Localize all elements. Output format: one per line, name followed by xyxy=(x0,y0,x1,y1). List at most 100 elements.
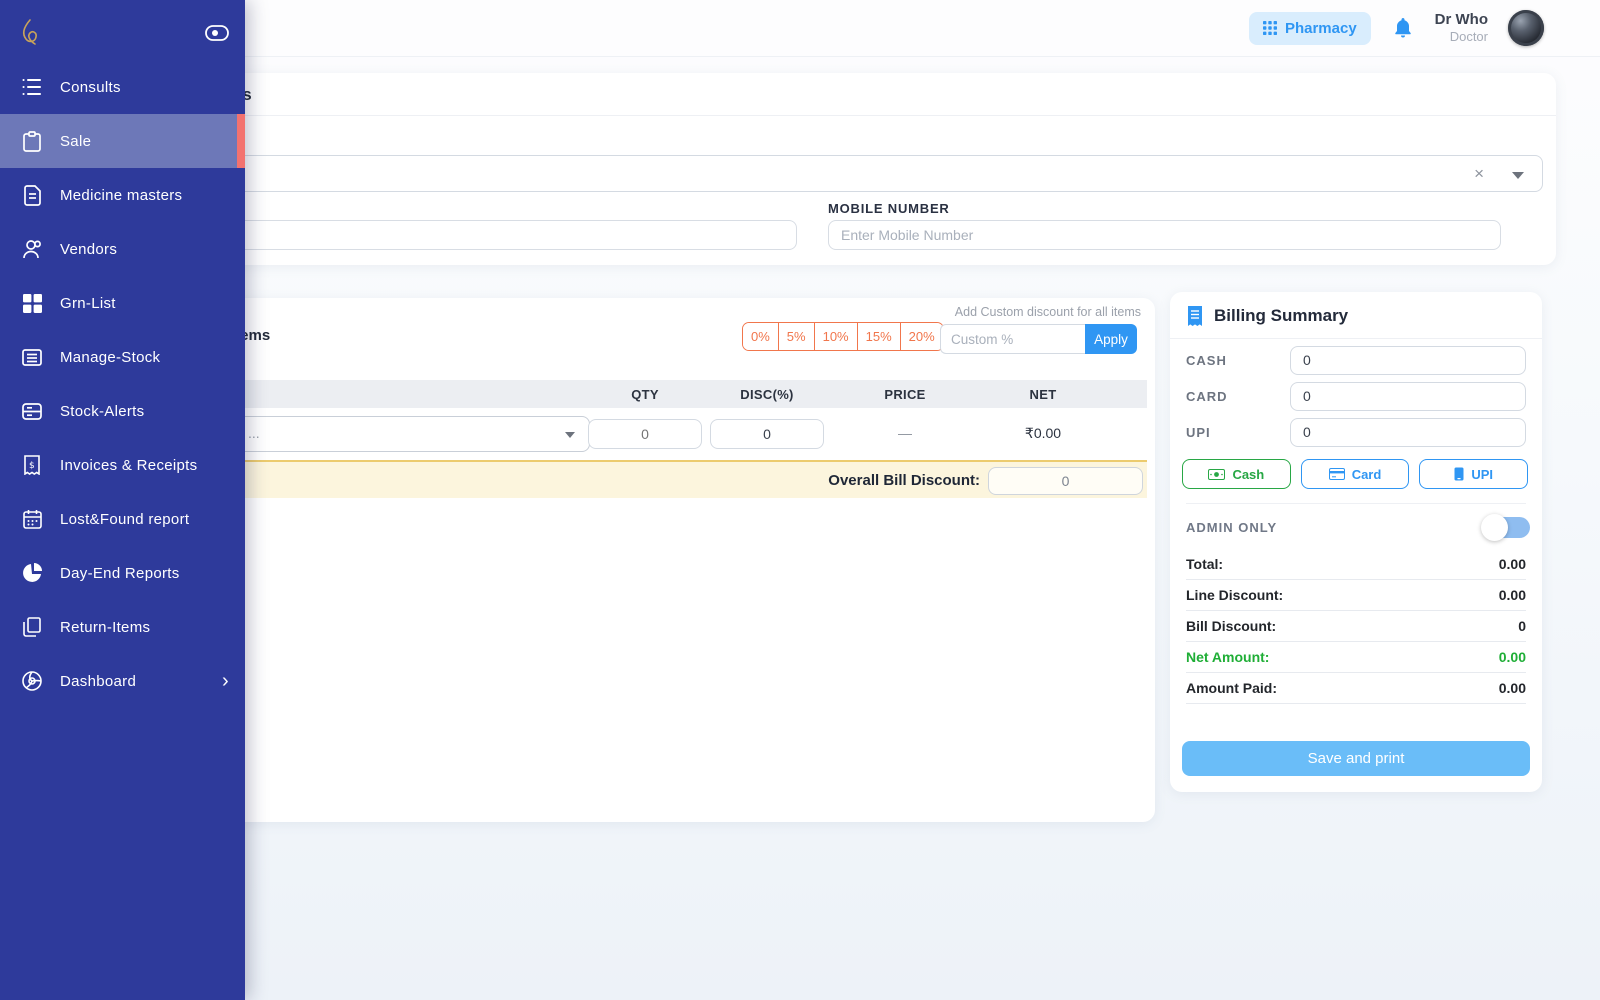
amount-paid-label: Amount Paid: xyxy=(1186,680,1277,696)
sidebar-item-grn-list[interactable]: Grn-List xyxy=(0,276,245,330)
amount-paid-value: 0.00 xyxy=(1499,680,1526,696)
sidebar-item-medicine-masters[interactable]: Medicine masters xyxy=(0,168,245,222)
amount-paid-row: Amount Paid: 0.00 xyxy=(1186,673,1526,704)
total-row: Total: 0.00 xyxy=(1186,549,1526,580)
sidebar-item-label: Invoices & Receipts xyxy=(60,457,197,474)
billing-summary-card: Billing Summary CASH CARD UPI Cash Card xyxy=(1170,292,1542,792)
upi-mode-button[interactable]: UPI xyxy=(1419,459,1528,489)
toggle-knob xyxy=(1481,514,1508,541)
pharmacy-app-label: Pharmacy xyxy=(1285,20,1357,37)
grid-apps-icon xyxy=(1263,21,1277,35)
user-name: Dr Who xyxy=(1435,11,1488,30)
overall-discount-input[interactable] xyxy=(988,467,1143,495)
sidebar-item-label: Consults xyxy=(60,79,121,96)
chevron-down-icon[interactable] xyxy=(1512,172,1524,179)
user-role: Doctor xyxy=(1435,29,1488,45)
discount-5-button[interactable]: 5% xyxy=(779,323,815,350)
billing-summary-title: Billing Summary xyxy=(1214,306,1348,326)
user-info[interactable]: Dr Who Doctor xyxy=(1435,11,1488,46)
custom-discount-row: Apply xyxy=(940,324,1137,354)
cash-amount-input[interactable] xyxy=(1290,346,1526,375)
upi-mode-label: UPI xyxy=(1471,467,1493,482)
upi-amount-input[interactable] xyxy=(1290,418,1526,447)
card-mode-label: Card xyxy=(1352,467,1382,482)
sidebar-item-lost-found-report[interactable]: Lost&Found report xyxy=(0,492,245,546)
net-header: NET xyxy=(1030,387,1057,402)
sidebar-item-consults[interactable]: Consults xyxy=(0,60,245,114)
cash-mode-button[interactable]: Cash xyxy=(1182,459,1291,489)
line-discount-row: Line Discount: 0.00 xyxy=(1186,580,1526,611)
billing-summary-header: Billing Summary xyxy=(1170,292,1542,339)
sidebar-item-label: Manage-Stock xyxy=(60,349,160,366)
listbox-icon xyxy=(21,346,43,368)
grid-icon xyxy=(21,292,43,314)
medicine-select-placeholder: ... xyxy=(248,425,260,441)
cash-icon xyxy=(1208,469,1225,480)
patient-search-select[interactable]: × xyxy=(90,155,1543,192)
list-icon xyxy=(21,76,43,98)
chevron-down-icon[interactable] xyxy=(565,432,575,438)
svg-text:$: $ xyxy=(29,461,35,471)
avatar[interactable] xyxy=(1508,10,1544,46)
qty-header: QTY xyxy=(631,387,659,402)
sidebar-item-day-end-reports[interactable]: Day-End Reports xyxy=(0,546,245,600)
bill-discount-row: Bill Discount: 0 xyxy=(1186,611,1526,642)
upi-field-row: UPI xyxy=(1170,411,1542,447)
document-icon xyxy=(21,184,43,206)
cash-label: CASH xyxy=(1186,353,1290,368)
wheel-icon xyxy=(21,670,43,692)
pharmacy-app-button[interactable]: Pharmacy xyxy=(1249,12,1371,45)
admin-only-toggle[interactable] xyxy=(1484,516,1530,539)
active-indicator xyxy=(237,114,245,168)
sidebar-item-sale[interactable]: Sale xyxy=(0,114,245,168)
bill-discount-label: Bill Discount: xyxy=(1186,618,1276,634)
line-discount-label: Line Discount: xyxy=(1186,587,1283,603)
total-label: Total: xyxy=(1186,556,1223,572)
receipt-dollar-icon: $ xyxy=(21,454,43,476)
discount-15-button[interactable]: 15% xyxy=(858,323,901,350)
qty-input[interactable] xyxy=(588,419,702,449)
mobile-number-label: MOBILE NUMBER xyxy=(828,201,950,216)
price-value: — xyxy=(898,425,912,441)
disc-input[interactable] xyxy=(710,419,824,449)
sidebar-collapse-icon[interactable] xyxy=(205,25,229,41)
sidebar-item-vendors[interactable]: Vendors xyxy=(0,222,245,276)
sidebar-item-label: Sale xyxy=(60,133,91,150)
sidebar-item-label: Day-End Reports xyxy=(60,565,180,582)
custom-discount-input[interactable] xyxy=(940,324,1085,354)
pay-mode-buttons: Cash Card UPI xyxy=(1170,447,1542,489)
sidebar-item-label: Return-Items xyxy=(60,619,150,636)
sidebar-item-label: Lost&Found report xyxy=(60,511,189,528)
sidebar-item-label: Medicine masters xyxy=(60,187,182,204)
discount-0-button[interactable]: 0% xyxy=(743,323,779,350)
cash-mode-label: Cash xyxy=(1232,467,1264,482)
sidebar-item-return-items[interactable]: Return-Items xyxy=(0,600,245,654)
notifications-bell-icon[interactable] xyxy=(1391,16,1415,40)
card-mode-button[interactable]: Card xyxy=(1301,459,1410,489)
clear-icon[interactable]: × xyxy=(1474,164,1484,184)
admin-only-label: ADMIN ONLY xyxy=(1186,520,1277,535)
sidebar-item-stock-alerts[interactable]: Stock-Alerts xyxy=(0,384,245,438)
save-and-print-button[interactable]: Save and print xyxy=(1182,741,1530,776)
discount-10-button[interactable]: 10% xyxy=(815,323,858,350)
drawer-icon xyxy=(21,400,43,422)
sidebar-item-invoices-receipts[interactable]: $ Invoices & Receipts xyxy=(0,438,245,492)
sidebar-header xyxy=(0,0,245,60)
total-value: 0.00 xyxy=(1499,556,1526,572)
sidebar-item-manage-stock[interactable]: Manage-Stock xyxy=(0,330,245,384)
sidebar-item-dashboard[interactable]: Dashboard › xyxy=(0,654,245,708)
totals-section: Total: 0.00 Line Discount: 0.00 Bill Dis… xyxy=(1170,549,1542,704)
apply-discount-button[interactable]: Apply xyxy=(1085,324,1137,354)
quick-discount-group: 0% 5% 10% 15% 20% xyxy=(742,322,944,351)
calendar-icon xyxy=(21,508,43,530)
discount-20-button[interactable]: 20% xyxy=(901,323,943,350)
disc-header: DISC(%) xyxy=(740,387,793,402)
price-header: PRICE xyxy=(884,387,925,402)
sidebar-item-label: Stock-Alerts xyxy=(60,403,144,420)
card-amount-input[interactable] xyxy=(1290,382,1526,411)
credit-card-icon xyxy=(1329,468,1345,480)
clipboard-icon xyxy=(21,130,43,152)
divider xyxy=(66,115,1556,116)
mobile-number-field[interactable] xyxy=(828,220,1501,250)
net-amount-label: Net Amount: xyxy=(1186,649,1269,665)
